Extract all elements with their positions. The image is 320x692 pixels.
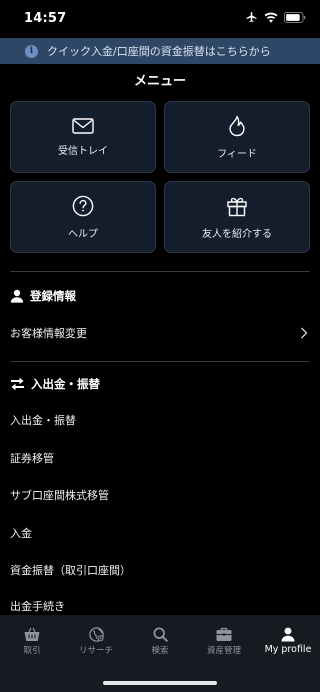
- tile-help[interactable]: ヘルプ: [10, 181, 156, 253]
- tab-search-label: 検索: [151, 646, 169, 656]
- row-customer-info[interactable]: お客様情報変更: [10, 319, 310, 347]
- tile-refer-friend-label: 友人を紹介する: [202, 228, 272, 240]
- row-label: 出金手続き: [10, 600, 65, 613]
- tab-research[interactable]: リサーチ: [64, 627, 128, 656]
- banner-text: クイック入金/口座間の資金振替はこちらから: [47, 45, 271, 58]
- tile-feed[interactable]: フィード: [164, 101, 310, 173]
- quick-deposit-banner[interactable]: i クイック入金/口座間の資金振替はこちらから: [0, 38, 320, 64]
- tab-my-profile-label: My profile: [264, 644, 312, 655]
- row-securities-transfer[interactable]: 証券移管: [10, 444, 310, 472]
- status-icons: [245, 11, 306, 23]
- page-title: メニュー: [133, 74, 186, 89]
- row-deposit-withdraw-transfer[interactable]: 入出金・振替: [10, 406, 310, 434]
- globe-icon: [88, 627, 104, 642]
- tile-inbox-label: 受信トレイ: [58, 145, 108, 157]
- status-time: 14:57: [24, 11, 67, 26]
- info-icon: i: [25, 44, 38, 58]
- row-deposit[interactable]: 入金: [10, 519, 310, 547]
- tile-inbox[interactable]: 受信トレイ: [10, 101, 156, 173]
- tile-help-label: ヘルプ: [68, 228, 98, 240]
- tab-assets-label: 資産管理: [206, 646, 241, 656]
- battery-icon: [284, 11, 306, 23]
- basket-icon: [24, 627, 40, 641]
- row-subaccount-stock-transfer[interactable]: サブ口座間株式移管: [10, 481, 310, 509]
- tile-refer-friend[interactable]: 友人を紹介する: [164, 181, 310, 253]
- section-registration-title: 登録情報: [30, 289, 76, 303]
- row-label: 入金: [10, 527, 32, 540]
- tab-assets[interactable]: 資産管理: [192, 627, 256, 656]
- help-icon: [72, 195, 94, 216]
- row-label: 入出金・振替: [10, 414, 76, 427]
- section-transfer: 入出金・振替: [10, 376, 100, 392]
- tab-research-label: リサーチ: [78, 646, 113, 656]
- flame-icon: [229, 115, 245, 136]
- home-indicator: [103, 681, 217, 685]
- row-fund-transfer[interactable]: 資金振替（取引口座間）: [10, 556, 310, 584]
- chevron-right-icon: [301, 327, 308, 339]
- row-label: サブ口座間株式移管: [10, 489, 109, 502]
- envelope-icon: [72, 117, 94, 134]
- search-icon: [152, 627, 168, 642]
- swap-arrows-icon: [11, 377, 24, 391]
- tab-search[interactable]: 検索: [128, 627, 192, 656]
- profile-icon: [281, 627, 295, 642]
- tile-feed-label: フィード: [217, 148, 257, 160]
- divider: [10, 271, 310, 272]
- tab-my-profile[interactable]: My profile: [256, 627, 320, 655]
- row-label: 証券移管: [10, 452, 54, 465]
- divider: [10, 361, 310, 362]
- tab-trade[interactable]: 取引: [0, 627, 64, 656]
- airplane-icon: [246, 12, 257, 22]
- briefcase-icon: [216, 627, 232, 641]
- status-bar: 14:57: [0, 0, 320, 38]
- person-icon: [10, 289, 24, 303]
- section-registration: 登録情報: [10, 288, 76, 304]
- section-transfer-title: 入出金・振替: [31, 377, 100, 391]
- wifi-icon: [264, 12, 278, 23]
- row-label: 資金振替（取引口座間）: [10, 564, 131, 577]
- gift-icon: [227, 197, 247, 216]
- row-customer-info-label: お客様情報変更: [10, 327, 87, 340]
- tab-trade-label: 取引: [23, 646, 41, 656]
